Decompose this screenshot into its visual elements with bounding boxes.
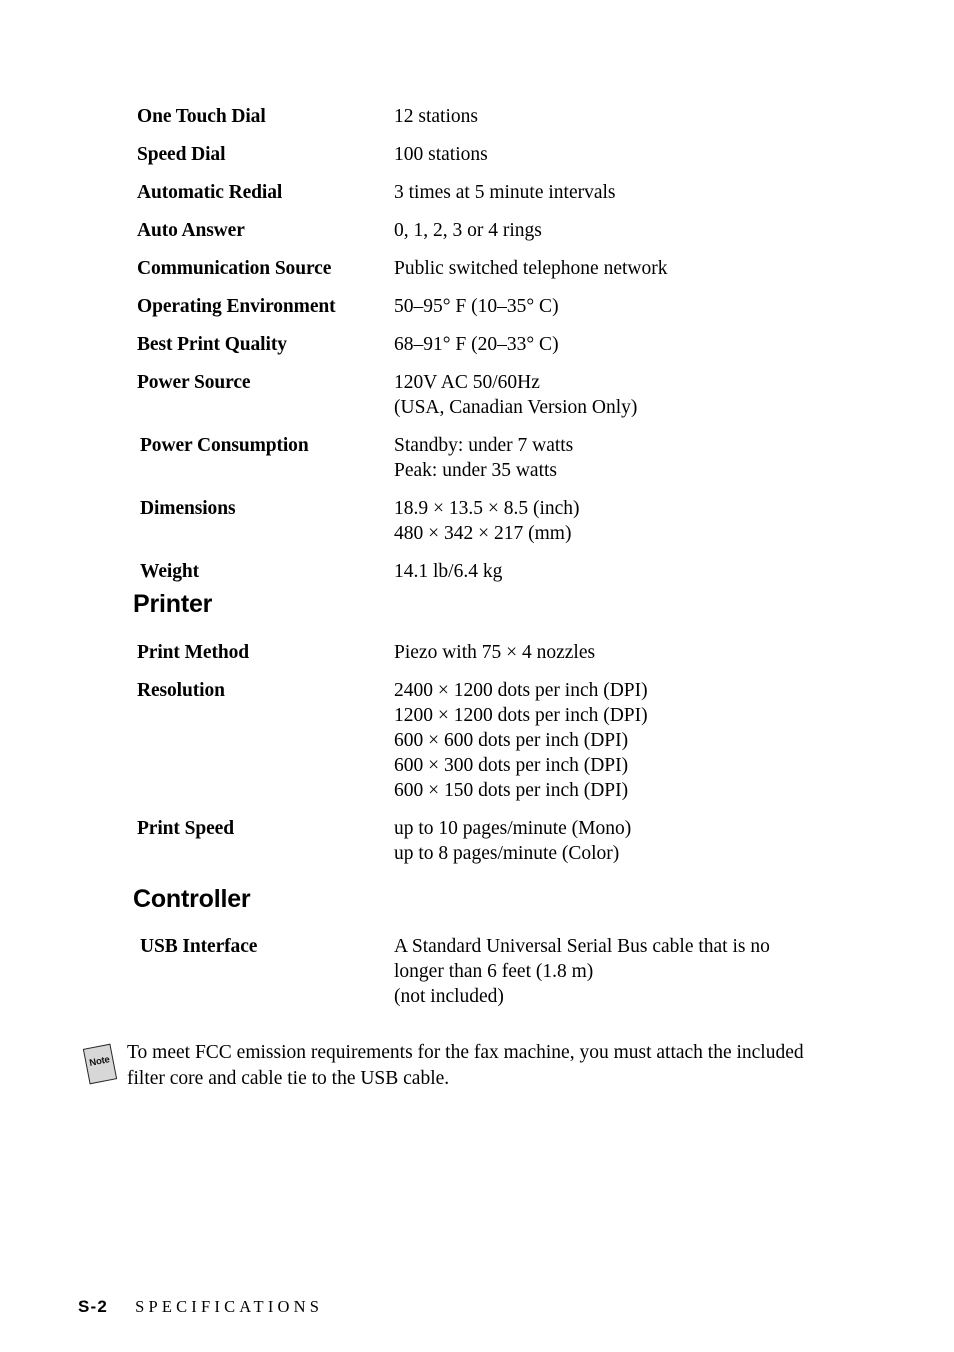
spec-label: Resolution [137, 680, 225, 701]
printer-specs-table: Print Method Piezo with 75 × 4 nozzles R… [137, 640, 897, 879]
spec-value: 120V AC 50/60Hz (USA, Canadian Version O… [394, 372, 638, 418]
spec-label: Auto Answer [137, 220, 245, 241]
footer-page-number: S-2 [78, 1297, 109, 1316]
table-row: Weight 14.1 lb/6.4 kg [137, 559, 897, 584]
spec-label: Automatic Redial [137, 182, 283, 203]
spec-label: Print Speed [137, 818, 234, 839]
spec-label: Communication Source [137, 258, 332, 279]
table-row: Power Source 120V AC 50/60Hz (USA, Canad… [137, 370, 897, 420]
table-row: Print Speed up to 10 pages/minute (Mono)… [137, 816, 897, 866]
spec-label: Best Print Quality [137, 334, 287, 355]
table-row: Operating Environment 50–95° F (10–35° C… [137, 294, 897, 319]
spec-value: 0, 1, 2, 3 or 4 rings [394, 220, 542, 241]
table-row: Speed Dial 100 stations [137, 142, 897, 167]
spec-value: 3 times at 5 minute intervals [394, 182, 616, 203]
spec-value: Standby: under 7 watts Peak: under 35 wa… [394, 435, 574, 481]
spec-label: Weight [140, 561, 199, 582]
page-footer: S-2 SPECIFICATIONS [78, 1297, 323, 1317]
spec-label: Dimensions [140, 498, 236, 519]
spec-value: Piezo with 75 × 4 nozzles [394, 642, 596, 663]
spec-value: 18.9 × 13.5 × 8.5 (inch) 480 × 342 × 217… [394, 498, 580, 544]
spec-value: 14.1 lb/6.4 kg [394, 561, 503, 582]
table-row: One Touch Dial 12 stations [137, 104, 897, 129]
section-heading-printer: Printer [133, 590, 213, 618]
table-row: Power Consumption Standby: under 7 watts… [137, 433, 897, 483]
note-icon: Note [82, 1043, 118, 1085]
table-row: Dimensions 18.9 × 13.5 × 8.5 (inch) 480 … [137, 496, 897, 546]
table-row: Resolution 2400 × 1200 dots per inch (DP… [137, 678, 897, 803]
table-row: Communication Source Public switched tel… [137, 256, 897, 281]
spec-label: USB Interface [140, 936, 258, 957]
spec-value: 50–95° F (10–35° C) [394, 296, 559, 317]
table-row: Automatic Redial 3 times at 5 minute int… [137, 180, 897, 205]
spec-value: 2400 × 1200 dots per inch (DPI) 1200 × 1… [394, 680, 648, 801]
spec-label: Power Consumption [140, 435, 309, 456]
spec-value: Public switched telephone network [394, 258, 668, 279]
controller-specs-table: USB Interface A Standard Universal Seria… [137, 934, 897, 1022]
spec-value: 12 stations [394, 106, 478, 127]
spec-label: One Touch Dial [137, 106, 266, 127]
table-row: Best Print Quality 68–91° F (20–33° C) [137, 332, 897, 357]
table-row: USB Interface A Standard Universal Seria… [137, 934, 897, 1009]
spec-label: Operating Environment [137, 296, 336, 317]
note-callout: Note To meet FCC emission requirements f… [82, 1040, 846, 1092]
spec-value: 68–91° F (20–33° C) [394, 334, 559, 355]
spec-label: Print Method [137, 642, 249, 663]
note-text: To meet FCC emission requirements for th… [127, 1042, 804, 1089]
general-specs-table: One Touch Dial 12 stations Speed Dial 10… [137, 104, 897, 597]
footer-section-title: SPECIFICATIONS [135, 1297, 324, 1316]
note-icon-label: Note [88, 1054, 111, 1069]
table-row: Auto Answer 0, 1, 2, 3 or 4 rings [137, 218, 897, 243]
document-page: One Touch Dial 12 stations Speed Dial 10… [0, 0, 954, 1352]
spec-value: up to 10 pages/minute (Mono) up to 8 pag… [394, 818, 632, 864]
section-heading-controller: Controller [133, 885, 251, 913]
table-row: Print Method Piezo with 75 × 4 nozzles [137, 640, 897, 665]
spec-value: 100 stations [394, 144, 488, 165]
spec-label: Power Source [137, 372, 251, 393]
spec-value: A Standard Universal Serial Bus cable th… [394, 936, 770, 1007]
spec-label: Speed Dial [137, 144, 226, 165]
